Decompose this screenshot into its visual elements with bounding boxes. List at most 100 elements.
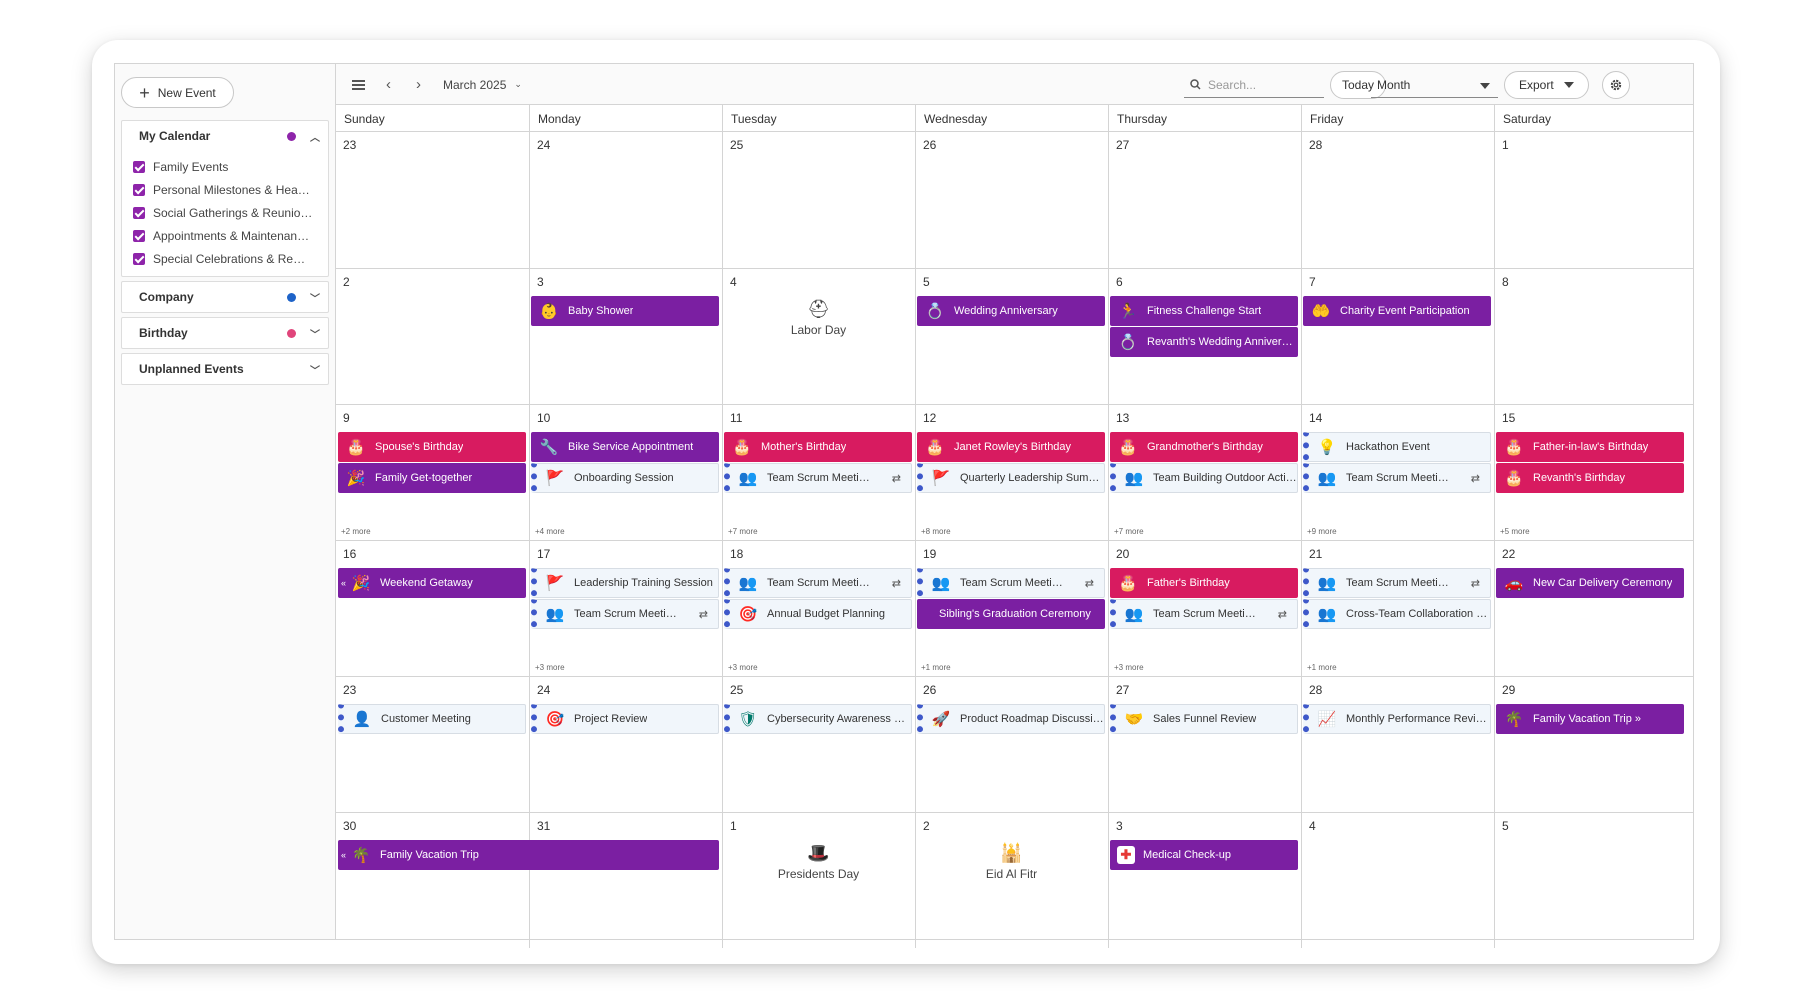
calendar-item[interactable]: Personal Milestones & Hea… [122, 178, 328, 201]
event[interactable]: 👥 Team Building Outdoor Acti… [1110, 463, 1298, 493]
day-number[interactable]: 8 [1502, 275, 1509, 289]
day-number[interactable]: 30 [343, 819, 356, 833]
event[interactable]: Sibling's Graduation Ceremony [917, 599, 1105, 629]
more-events-link[interactable]: +9 more [1307, 527, 1337, 536]
day-cell[interactable]: 2 [336, 269, 529, 404]
event[interactable]: 💍 Revanth's Wedding Anniversary [1110, 327, 1298, 357]
day-number[interactable]: 10 [537, 411, 550, 425]
day-number[interactable]: 25 [730, 683, 743, 697]
day-cell[interactable]: 22 [1494, 541, 1687, 676]
day-number[interactable]: 22 [1502, 547, 1515, 561]
day-number[interactable]: 28 [1309, 138, 1322, 152]
day-cell[interactable]: 26 [915, 132, 1108, 268]
day-number[interactable]: 28 [1309, 683, 1322, 697]
calendar-group-header[interactable]: Birthday ﹀ [122, 318, 328, 348]
checkbox-checked[interactable] [133, 160, 145, 173]
more-events-link[interactable]: +7 more [1114, 527, 1144, 536]
day-cell[interactable]: 29 [1494, 677, 1687, 812]
event[interactable]: « 🎉 Weekend Getaway [338, 568, 526, 598]
more-events-link[interactable]: +3 more [535, 663, 565, 672]
more-events-link[interactable]: +8 more [921, 527, 951, 536]
day-number[interactable]: 3 [1116, 819, 1123, 833]
day-cell[interactable]: 5 [1494, 813, 1687, 948]
day-cell[interactable]: 27 [1108, 132, 1301, 268]
event[interactable]: 🚩 Quarterly Leadership Sum… [917, 463, 1105, 493]
calendar-item[interactable]: Social Gatherings & Reunio… [122, 201, 328, 224]
day-number[interactable]: 7 [1309, 275, 1316, 289]
day-number[interactable]: 1 [1502, 138, 1509, 152]
day-number[interactable]: 27 [1116, 138, 1129, 152]
day-cell[interactable]: 24 [529, 677, 722, 812]
chevron-up-icon[interactable]: ︿ [310, 129, 320, 144]
more-events-link[interactable]: +1 more [1307, 663, 1337, 672]
day-number[interactable]: 5 [923, 275, 930, 289]
event[interactable]: 🎂 Grandmother's Birthday [1110, 432, 1298, 462]
chevron-down-icon[interactable]: ﹀ [310, 290, 320, 305]
day-cell[interactable]: 24 [529, 132, 722, 268]
settings-button[interactable] [1602, 70, 1630, 99]
calendar-group-header[interactable]: Unplanned Events ﹀ [122, 354, 328, 384]
export-button[interactable]: Export [1504, 70, 1589, 99]
next-month-button[interactable]: › [416, 64, 421, 105]
event[interactable]: 🤲 Charity Event Participation [1303, 296, 1491, 326]
day-number[interactable]: 27 [1116, 683, 1129, 697]
day-cell[interactable]: 16 [336, 541, 529, 676]
event[interactable]: 👥 Team Scrum Meeti… ⇄ [1303, 463, 1491, 493]
more-events-link[interactable]: +3 more [1114, 663, 1144, 672]
chevron-down-icon[interactable]: ﹀ [310, 326, 320, 341]
event[interactable]: 💍 Wedding Anniversary [917, 296, 1105, 326]
day-number[interactable]: 23 [343, 138, 356, 152]
event[interactable]: 🌴 Family Vacation Trip » [1496, 704, 1684, 734]
view-select[interactable]: Month [1371, 72, 1498, 98]
day-number[interactable]: 17 [537, 547, 550, 561]
day-number[interactable]: 2 [343, 275, 350, 289]
calendar-item[interactable]: Family Events [122, 155, 328, 178]
menu-button[interactable] [352, 64, 365, 105]
more-events-link[interactable]: +3 more [728, 663, 758, 672]
day-number[interactable]: 24 [537, 683, 550, 697]
event[interactable]: 🎂 Father's Birthday [1110, 568, 1298, 598]
day-number[interactable]: 25 [730, 138, 743, 152]
calendar-group-header[interactable]: My Calendar ︿ [122, 121, 328, 151]
day-cell[interactable]: 4 [1301, 813, 1494, 948]
checkbox-checked[interactable] [133, 206, 145, 219]
day-number[interactable]: 31 [537, 819, 550, 833]
date-picker-button[interactable]: March 2025 ⌄ [443, 64, 522, 105]
day-cell[interactable]: 30 [336, 813, 529, 948]
day-number[interactable]: 4 [730, 275, 737, 289]
day-number[interactable]: 6 [1116, 275, 1123, 289]
day-number[interactable]: 1 [730, 819, 737, 833]
event[interactable]: 🎂 Mother's Birthday [724, 432, 912, 462]
day-cell[interactable]: 25 [722, 677, 915, 812]
day-cell[interactable]: 3 [529, 269, 722, 404]
day-number[interactable]: 9 [343, 411, 350, 425]
event[interactable]: 🛡 Cybersecurity Awareness … [724, 704, 912, 734]
event[interactable]: 🏃 Fitness Challenge Start [1110, 296, 1298, 326]
event[interactable]: 🎂 Father-in-law's Birthday [1496, 432, 1684, 462]
more-events-link[interactable]: +2 more [341, 527, 371, 536]
day-number[interactable]: 13 [1116, 411, 1129, 425]
event[interactable]: 🤝 Sales Funnel Review [1110, 704, 1298, 734]
day-cell[interactable]: 7 [1301, 269, 1494, 404]
day-number[interactable]: 19 [923, 547, 936, 561]
day-cell[interactable]: 26 [915, 677, 1108, 812]
event[interactable]: 🎂 Spouse's Birthday [338, 432, 526, 462]
checkbox-checked[interactable] [133, 252, 145, 265]
day-cell[interactable]: 28 [1301, 677, 1494, 812]
day-cell[interactable]: 3 [1108, 813, 1301, 948]
event[interactable]: 🎂 Revanth's Birthday [1496, 463, 1684, 493]
day-number[interactable]: 5 [1502, 819, 1509, 833]
day-number[interactable]: 3 [537, 275, 544, 289]
event[interactable]: 👥 Team Scrum Meeti… ⇄ [724, 568, 912, 598]
day-number[interactable]: 15 [1502, 411, 1515, 425]
more-events-link[interactable]: +1 more [921, 663, 951, 672]
day-number[interactable]: 11 [730, 411, 742, 425]
event[interactable]: ✚ Medical Check-up [1110, 840, 1298, 870]
calendar-item[interactable]: Special Celebrations & Re… [122, 247, 328, 270]
event[interactable]: 📈 Monthly Performance Revi… [1303, 704, 1491, 734]
day-number[interactable]: 24 [537, 138, 550, 152]
day-number[interactable]: 12 [923, 411, 936, 425]
more-events-link[interactable]: +5 more [1500, 527, 1530, 536]
event[interactable]: 🚀 Product Roadmap Discussi… [917, 704, 1105, 734]
day-number[interactable]: 29 [1502, 683, 1515, 697]
